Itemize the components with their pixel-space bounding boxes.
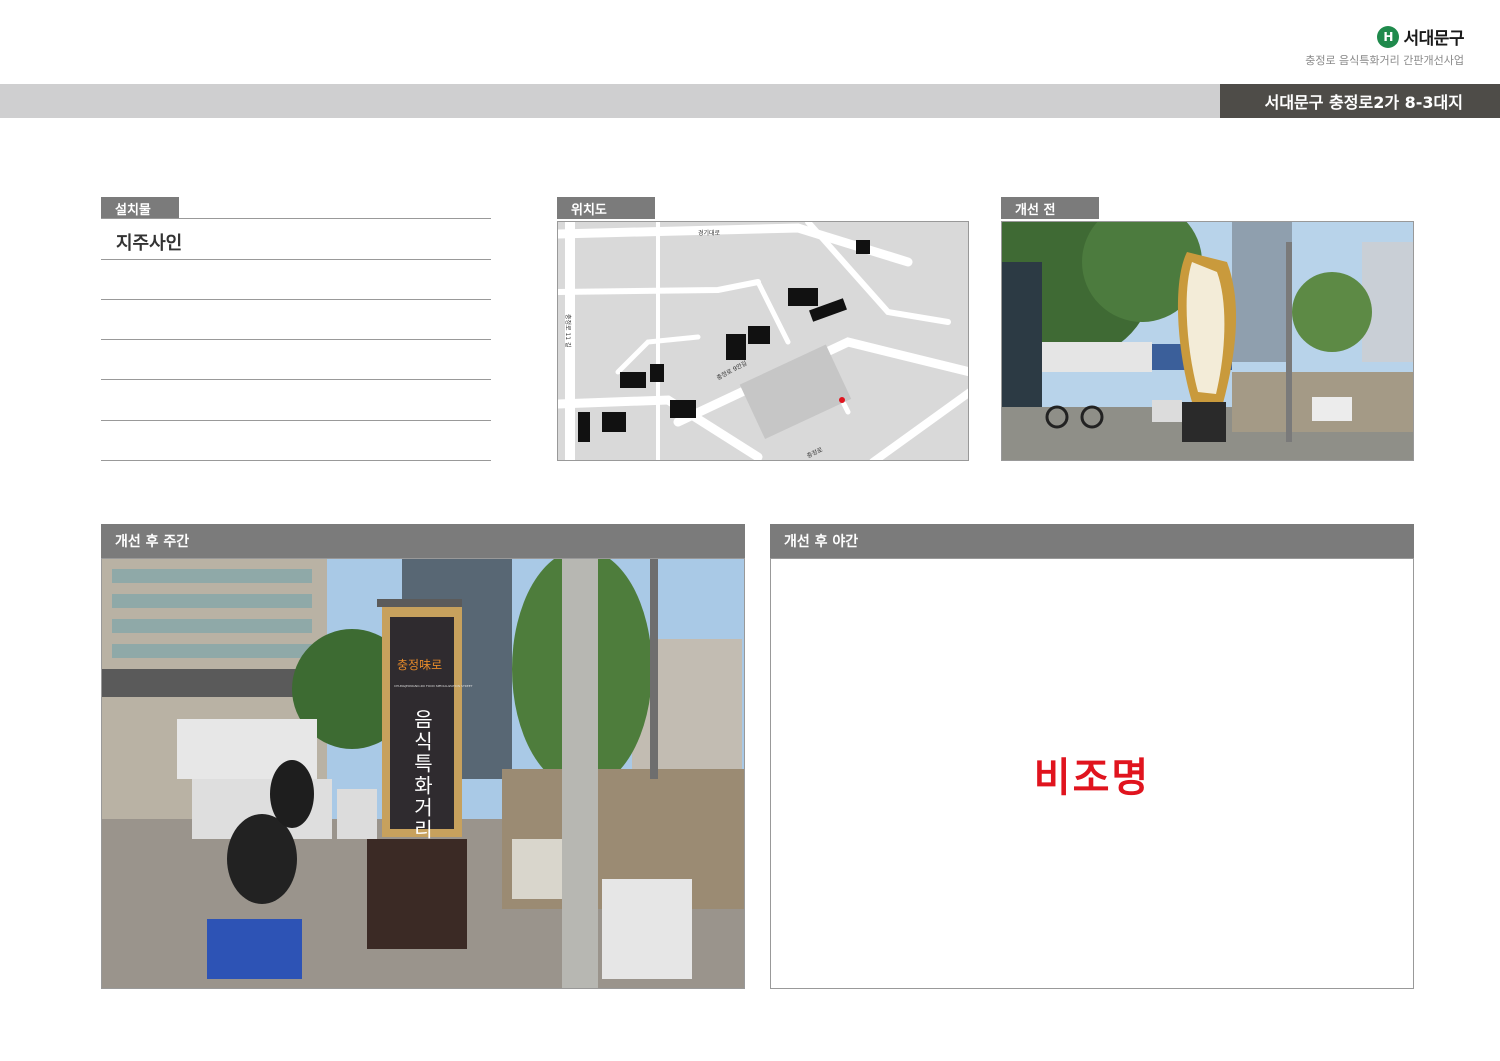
before-photo: [1001, 221, 1414, 461]
install-line: [101, 379, 491, 380]
after-day-photo-image: 충정味로 CHUNGJEONGNO-RO FOOD SPECIALIZATION…: [102, 559, 744, 988]
install-label: 설치물: [101, 197, 179, 219]
before-photo-image: [1002, 222, 1413, 460]
install-line: [101, 259, 491, 260]
map-drawing: 경기대로 충정로 11 길 충정로 9안길 충정로: [558, 222, 968, 460]
after-night-label: 개선 후 야간: [770, 524, 1414, 558]
sign-main-text: 음식특화거리: [410, 709, 434, 841]
district-logo: H 서대문구: [1377, 24, 1464, 49]
no-lighting-text: 비조명: [1033, 754, 1151, 801]
map-road-label: 충정로 11 길: [564, 314, 572, 348]
before-label: 개선 전: [1001, 197, 1099, 219]
install-rule: [101, 218, 491, 219]
district-logo-mark: H: [1377, 25, 1400, 48]
after-day-photo: 충정味로 CHUNGJEONGNO-RO FOOD SPECIALIZATION…: [101, 558, 745, 989]
install-value: 지주사인: [116, 233, 183, 254]
after-night-panel: 비조명: [770, 558, 1414, 989]
sign-small-text: CHUNGJEONGNO-RO FOOD SPECIALIZATION STRE…: [394, 684, 473, 688]
after-day-label: 개선 후 주간: [101, 524, 745, 558]
district-logo-text: 서대문구: [1403, 29, 1464, 49]
map-label: 위치도: [557, 197, 655, 219]
install-line: [101, 299, 491, 300]
sign-top-text: 충정味로: [397, 658, 442, 672]
location-tag: 서대문구 충정로2가 8-3대지: [1220, 84, 1500, 118]
install-line: [101, 460, 491, 461]
install-line: [101, 339, 491, 340]
location-map: 경기대로 충정로 11 길 충정로 9안길 충정로: [557, 221, 969, 461]
install-line: [101, 420, 491, 421]
map-road-label: 경기대로: [698, 229, 721, 237]
project-subtitle: 충정로 음식특화거리 간판개선사업: [1305, 54, 1464, 67]
